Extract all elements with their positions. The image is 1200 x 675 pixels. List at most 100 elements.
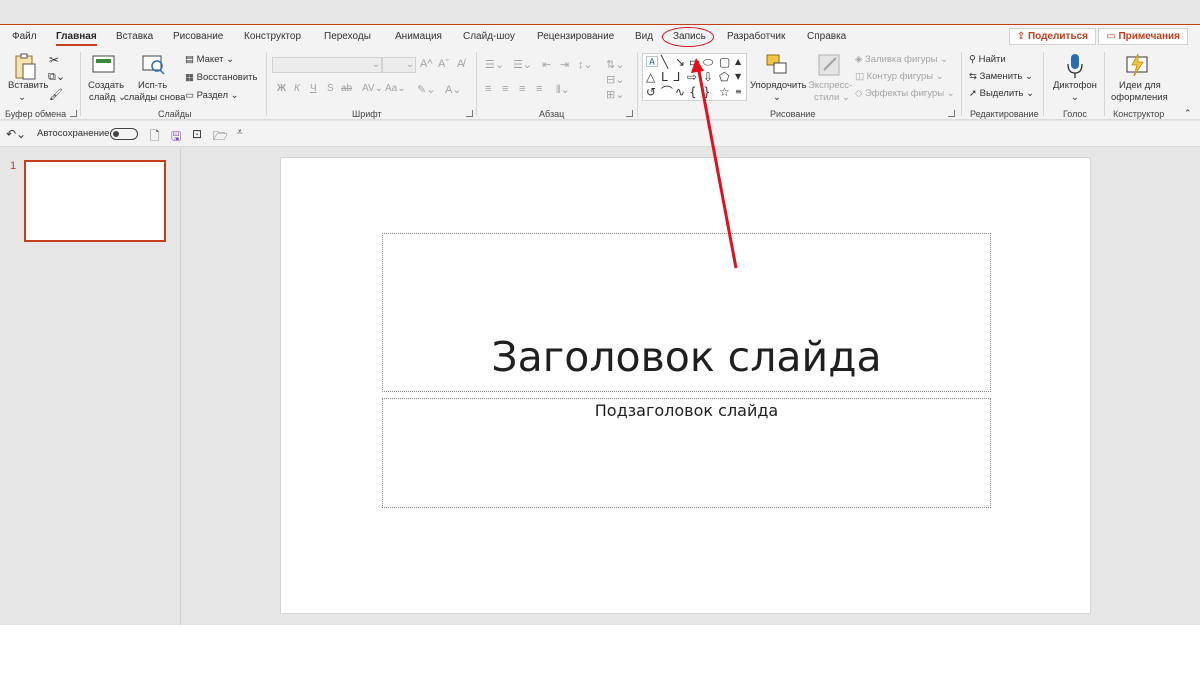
shrink-font-icon[interactable]: Aˇ: [438, 58, 449, 70]
tab-help[interactable]: Справка: [807, 31, 846, 42]
paste-icon[interactable]: [12, 52, 40, 82]
bold-button[interactable]: Ж: [277, 83, 286, 94]
drawing-launcher-icon[interactable]: [948, 110, 955, 117]
increase-indent-icon[interactable]: ⇥: [560, 58, 569, 71]
quick-styles-icon[interactable]: [816, 52, 842, 78]
brace-right-shape-icon[interactable]: }: [703, 86, 711, 98]
triangle-shape-icon[interactable]: △: [646, 71, 655, 83]
shape-outline-button[interactable]: ◫ Контур фигуры ⌄: [855, 71, 944, 82]
layout-button[interactable]: ▤ Макет ⌄: [185, 54, 234, 65]
italic-button[interactable]: К: [294, 83, 300, 94]
dictate-button[interactable]: Диктофон: [1053, 80, 1097, 91]
autosave-toggle[interactable]: [110, 128, 138, 140]
pentagon-shape-icon[interactable]: ⬠: [719, 71, 729, 83]
shapes-gallery[interactable]: 🄰 ╲ ↘ ▭ ⬭ ▢ △ ᒪ ᒧ ⇨ ⇩ ⬠ ↺ ⌒ ∿ { } ☆ ▲ ▼ …: [642, 53, 747, 101]
right-arrow-shape-icon[interactable]: ⇨: [687, 71, 697, 83]
reuse-slides-label-2[interactable]: слайды снова: [124, 92, 185, 103]
tab-insert[interactable]: Вставка: [116, 31, 153, 42]
arrange-button[interactable]: Упорядочить: [750, 80, 807, 91]
new-file-icon[interactable]: 🗋: [150, 127, 160, 148]
new-slide-icon[interactable]: [91, 52, 117, 76]
align-right-icon[interactable]: ≡: [519, 83, 525, 95]
open-icon[interactable]: 🗁: [213, 127, 228, 148]
select-button[interactable]: ➚ Выделить ⌄: [969, 88, 1034, 99]
paste-dropdown-icon[interactable]: ⌄: [18, 92, 26, 103]
bullets-icon[interactable]: ☰⌄: [485, 58, 504, 71]
tab-review[interactable]: Рецензирование: [537, 31, 614, 42]
copy-icon[interactable]: ⧉⌄: [48, 70, 65, 84]
grow-font-icon[interactable]: A^: [420, 58, 433, 70]
find-button[interactable]: ⚲ Найти: [969, 54, 1006, 65]
tab-file[interactable]: Файл: [12, 31, 37, 42]
tab-transitions[interactable]: Переходы: [324, 31, 371, 42]
tab-draw[interactable]: Рисование: [173, 31, 223, 42]
slide-thumbnail[interactable]: [24, 160, 166, 242]
replace-button[interactable]: ⇆ Заменить ⌄: [969, 71, 1033, 82]
rounded-rect-shape-icon[interactable]: ▢: [719, 56, 730, 68]
title-placeholder[interactable]: Заголовок слайда: [382, 233, 991, 392]
paste-button[interactable]: Вставить: [8, 80, 48, 91]
align-left-icon[interactable]: ≡: [485, 83, 491, 95]
collapse-ribbon-icon[interactable]: ⌃: [1184, 108, 1192, 119]
gallery-up-icon[interactable]: ▲: [735, 56, 741, 68]
microphone-icon[interactable]: [1064, 52, 1086, 80]
customize-qat-icon[interactable]: ⩡: [237, 127, 243, 138]
tab-design[interactable]: Конструктор: [244, 31, 301, 42]
quick-styles-button[interactable]: стили ⌄: [814, 92, 850, 103]
change-case-button[interactable]: Aa⌄: [385, 83, 406, 94]
curve-shape-icon[interactable]: ↺: [646, 86, 656, 98]
new-slide-label-1[interactable]: Создать: [88, 80, 124, 91]
oval-shape-icon[interactable]: ⬭: [703, 56, 713, 68]
slide-subtitle[interactable]: Подзаголовок слайда: [383, 401, 990, 420]
font-name-combo[interactable]: [272, 57, 382, 73]
designer-icon[interactable]: [1124, 52, 1150, 78]
underline-button[interactable]: Ч: [310, 83, 317, 94]
freeform-shape-icon[interactable]: ∿: [675, 86, 685, 98]
reuse-slides-icon[interactable]: [141, 52, 167, 76]
arrow-line-shape-icon[interactable]: ↘: [675, 56, 685, 68]
new-slide-button[interactable]: слайд ⌄: [89, 92, 126, 103]
subtitle-placeholder[interactable]: Подзаголовок слайда: [382, 398, 991, 508]
tab-home[interactable]: Главная: [56, 31, 97, 46]
font-color-icon[interactable]: A⌄: [445, 83, 462, 96]
decrease-indent-icon[interactable]: ⇤: [542, 58, 551, 71]
font-name-dropdown-icon[interactable]: ⌄: [372, 59, 380, 70]
strikethrough-button[interactable]: ab: [341, 83, 352, 94]
line-spacing-icon[interactable]: ↕⌄: [578, 58, 593, 71]
arrange-dropdown-icon[interactable]: ⌄: [773, 92, 781, 103]
format-painter-icon[interactable]: 🖌: [49, 88, 63, 101]
arc-shape-icon[interactable]: ⌒: [661, 86, 673, 98]
brace-left-shape-icon[interactable]: {: [689, 86, 697, 98]
shape-effects-button[interactable]: ◇ Эффекты фигуры ⌄: [855, 88, 955, 99]
textbox-shape-icon[interactable]: 🄰: [646, 56, 658, 68]
gallery-down-icon[interactable]: ▼: [735, 71, 741, 83]
cut-icon[interactable]: ✂: [49, 53, 59, 67]
arrange-icon[interactable]: [764, 52, 790, 78]
tab-developer[interactable]: Разработчик: [727, 31, 785, 42]
tab-slideshow[interactable]: Слайд-шоу: [463, 31, 515, 42]
undo-icon[interactable]: ↶⌄: [6, 127, 26, 141]
align-text-icon[interactable]: ⊟⌄: [606, 73, 624, 86]
tab-animations[interactable]: Анимация: [395, 31, 442, 42]
star-shape-icon[interactable]: ☆: [719, 86, 730, 98]
reuse-slides-label-1[interactable]: Исп-ть: [138, 80, 167, 91]
smartart-icon[interactable]: ⊞⌄: [606, 88, 624, 101]
comments-button[interactable]: ▭ Примечания: [1098, 28, 1188, 45]
clipboard-launcher-icon[interactable]: [70, 110, 77, 117]
dictate-dropdown-icon[interactable]: ⌄: [1071, 92, 1079, 103]
reset-button[interactable]: ▦ Восстановить: [185, 72, 257, 83]
gallery-more-icon[interactable]: ≡: [735, 86, 742, 98]
font-launcher-icon[interactable]: [466, 110, 473, 117]
columns-icon[interactable]: ⫴⌄: [556, 83, 570, 97]
shadow-button[interactable]: S: [327, 83, 334, 94]
slide-title[interactable]: Заголовок слайда: [383, 333, 990, 381]
design-ideas-label-2[interactable]: оформления: [1111, 92, 1168, 103]
font-size-dropdown-icon[interactable]: ⌄: [406, 59, 414, 70]
design-ideas-label-1[interactable]: Идеи для: [1119, 80, 1161, 91]
present-icon[interactable]: ⊡: [192, 127, 202, 141]
down-arrow-shape-icon[interactable]: ⇩: [703, 71, 713, 83]
tab-view[interactable]: Вид: [635, 31, 653, 42]
highlight-icon[interactable]: ✎⌄: [417, 83, 435, 96]
text-direction-icon[interactable]: ⇅⌄: [606, 58, 624, 71]
line-shape-icon[interactable]: ╲: [661, 56, 668, 68]
